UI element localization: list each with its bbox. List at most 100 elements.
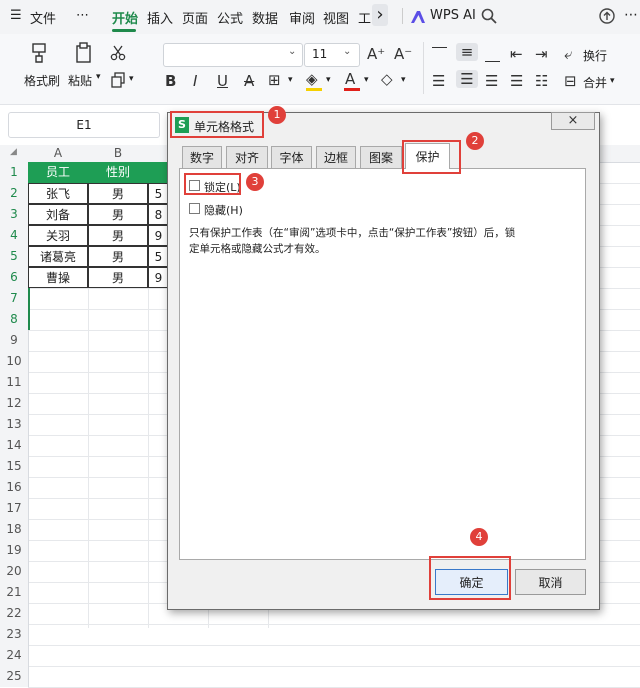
hide-label[interactable]: 隐藏(H) (204, 202, 243, 218)
tab-formula[interactable]: 公式 (217, 8, 243, 27)
table-cell[interactable]: 9 (148, 267, 168, 288)
justify-icon[interactable]: ☰ (510, 72, 523, 90)
row-header[interactable]: 25 (0, 666, 29, 687)
fill-color-icon[interactable]: ◈ (306, 70, 318, 88)
font-size-dropdown-icon[interactable]: ⌄ (343, 46, 351, 57)
clear-format-dropdown-icon[interactable]: ▾ (401, 75, 406, 85)
row-header[interactable]: 2 (0, 183, 29, 204)
column-header-a[interactable]: A (28, 145, 88, 162)
paste-button[interactable]: 粘贴 (68, 72, 92, 89)
format-painter-button[interactable]: 格式刷 (24, 72, 60, 89)
table-cell[interactable]: 诸葛亮 (28, 246, 88, 267)
row-header[interactable]: 17 (0, 498, 29, 519)
table-cell[interactable]: 刘备 (28, 204, 88, 225)
row-header[interactable]: 24 (0, 645, 29, 666)
row-header[interactable]: 5 (0, 246, 29, 267)
wps-ai-button[interactable]: WPS AI (430, 8, 476, 23)
bold-icon[interactable]: B (165, 72, 176, 90)
merge-cells-icon[interactable]: ⊟ (564, 72, 577, 90)
tabs-scroll-right-icon[interactable]: › (372, 4, 388, 26)
row-header[interactable]: 11 (0, 372, 29, 393)
merge-dropdown-icon[interactable]: ▾ (610, 76, 615, 86)
font-name-combo[interactable] (163, 43, 303, 67)
row-header[interactable]: 9 (0, 330, 29, 351)
tab-insert[interactable]: 插入 (147, 8, 173, 27)
table-cell[interactable]: 男 (88, 204, 148, 225)
font-color-icon[interactable]: A (345, 70, 355, 88)
menu-file[interactable]: 文件 (30, 8, 56, 27)
dialog-close-button[interactable]: × (551, 112, 595, 130)
tab-tools[interactable]: 工 (358, 8, 371, 27)
select-all-corner[interactable]: ◢ (10, 147, 17, 157)
header-cell[interactable] (148, 162, 168, 183)
hamburger-menu-icon[interactable]: ☰ (10, 8, 22, 23)
decrease-indent-icon[interactable]: ⇤ (510, 45, 523, 63)
tab-number[interactable]: 数字 (182, 146, 222, 168)
borders-icon[interactable]: ⊞ (268, 71, 281, 89)
paste-dropdown-icon[interactable]: ▾ (96, 72, 101, 82)
font-color-dropdown-icon[interactable]: ▾ (364, 75, 369, 85)
table-cell[interactable]: 5 (148, 183, 168, 204)
merge-cells-button[interactable]: 合并 (583, 74, 607, 91)
table-cell[interactable]: 男 (88, 183, 148, 204)
table-cell[interactable]: 关羽 (28, 225, 88, 246)
paste-icon[interactable] (74, 42, 94, 64)
underline-icon[interactable]: U (217, 72, 228, 90)
tab-alignment[interactable]: 对齐 (226, 146, 268, 168)
align-center-icon[interactable]: ☰ (456, 70, 478, 88)
align-right-icon[interactable]: ☰ (485, 72, 498, 90)
row-header[interactable]: 19 (0, 540, 29, 561)
font-name-dropdown-icon[interactable]: ⌄ (288, 46, 296, 57)
row-header[interactable]: 3 (0, 204, 29, 225)
tab-page[interactable]: 页面 (182, 8, 208, 27)
row-header[interactable]: 4 (0, 225, 29, 246)
align-left-icon[interactable]: ☰ (432, 72, 445, 90)
row-header[interactable]: 16 (0, 477, 29, 498)
increase-font-icon[interactable]: A⁺ (367, 45, 385, 63)
cancel-button[interactable]: 取消 (515, 569, 586, 595)
align-top-icon[interactable]: ⎺ (432, 45, 447, 63)
fill-color-dropdown-icon[interactable]: ▾ (326, 75, 331, 85)
name-box[interactable]: E1 (8, 112, 160, 138)
row-header[interactable]: 22 (0, 603, 29, 624)
table-cell[interactable]: 男 (88, 225, 148, 246)
header-cell[interactable]: 员工 (28, 162, 88, 183)
table-cell[interactable]: 男 (88, 267, 148, 288)
wrap-text-button[interactable]: 换行 (583, 47, 607, 64)
wrap-text-icon[interactable]: ⤶ (564, 45, 572, 63)
italic-icon[interactable]: I (193, 72, 197, 90)
row-header[interactable]: 12 (0, 393, 29, 414)
align-middle-icon[interactable]: ≡ (456, 43, 478, 61)
cut-icon[interactable] (110, 45, 126, 61)
tab-pattern[interactable]: 图案 (360, 146, 402, 168)
borders-dropdown-icon[interactable]: ▾ (288, 75, 293, 85)
row-header[interactable]: 18 (0, 519, 29, 540)
row-header[interactable]: 6 (0, 267, 29, 288)
copy-dropdown-icon[interactable]: ▾ (129, 74, 134, 84)
table-cell[interactable]: 8 (148, 204, 168, 225)
row-header[interactable]: 13 (0, 414, 29, 435)
tab-font[interactable]: 字体 (271, 146, 312, 168)
table-cell[interactable]: 张飞 (28, 183, 88, 204)
table-cell[interactable]: 曹操 (28, 267, 88, 288)
table-cell[interactable]: 5 (148, 246, 168, 267)
tab-border[interactable]: 边框 (316, 146, 356, 168)
menu-more-icon[interactable]: ⋯ (76, 8, 89, 23)
tab-review[interactable]: 审阅 (289, 8, 315, 27)
header-cell[interactable]: 性别 (88, 162, 148, 183)
row-header[interactable]: 10 (0, 351, 29, 372)
tab-view[interactable]: 视图 (323, 8, 349, 27)
align-bottom-icon[interactable]: ⎽ (485, 45, 500, 63)
row-header[interactable]: 1 (0, 162, 29, 183)
row-header[interactable]: 7 (0, 288, 29, 309)
clear-format-icon[interactable]: ◇ (381, 70, 393, 88)
tab-data[interactable]: 数据 (252, 8, 278, 27)
search-icon[interactable] (481, 8, 497, 24)
row-header[interactable]: 23 (0, 624, 29, 645)
hide-checkbox[interactable] (189, 203, 200, 214)
table-cell[interactable]: 男 (88, 246, 148, 267)
row-header[interactable]: 14 (0, 435, 29, 456)
format-painter-icon[interactable] (30, 42, 50, 64)
row-header[interactable]: 21 (0, 582, 29, 603)
cloud-sync-icon[interactable] (598, 8, 616, 24)
